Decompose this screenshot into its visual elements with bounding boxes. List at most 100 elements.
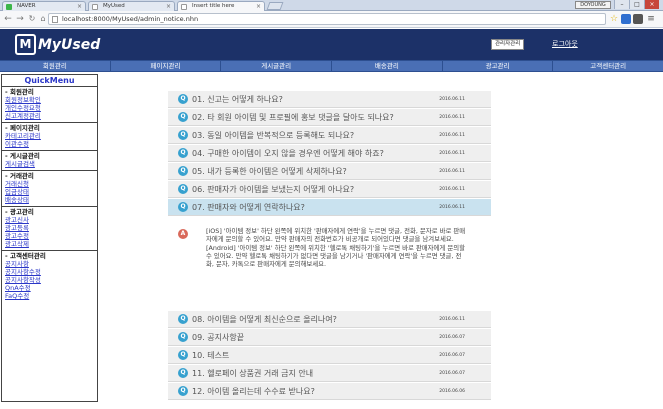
nav-item-delivery[interactable]: 배송관리 bbox=[332, 61, 443, 71]
new-tab-button[interactable] bbox=[266, 2, 284, 10]
faq-date: 2016.06.07 bbox=[439, 335, 465, 340]
sidebar-link[interactable]: 개인수정요청 bbox=[5, 104, 94, 112]
minimize-icon[interactable]: – bbox=[614, 0, 629, 9]
sidebar-link[interactable]: 거래신청 bbox=[5, 180, 94, 188]
close-icon[interactable]: × bbox=[256, 2, 261, 11]
faq-item[interactable]: Q 05. 내가 등록한 아이템은 어떻게 삭제하나요? 2016.06.11 bbox=[168, 163, 491, 180]
sidebar-link[interactable]: 광고신사 bbox=[5, 216, 94, 224]
question-icon: Q bbox=[178, 94, 188, 104]
back-arrow-icon[interactable]: ← bbox=[3, 14, 13, 24]
question-icon: Q bbox=[178, 202, 188, 212]
sidebar-section-ads: - 광고관리 광고신사 광고등록 광고수정 광고삭제 bbox=[2, 207, 97, 251]
faq-date: 2016.06.07 bbox=[439, 371, 465, 376]
answer-icon: A bbox=[178, 229, 188, 239]
browser-tab-label: Insert title here bbox=[192, 3, 235, 9]
sidebar-link[interactable]: 공지사항수정 bbox=[5, 268, 94, 276]
close-icon[interactable]: × bbox=[77, 2, 82, 11]
nav-item-support[interactable]: 고객센터관리 bbox=[553, 61, 663, 71]
faq-item[interactable]: Q 01. 신고는 어떻게 하나요? 2016.06.11 bbox=[168, 91, 491, 108]
browser-tab-insert-title[interactable]: Insert title here × bbox=[177, 1, 265, 11]
page-icon bbox=[52, 16, 58, 23]
faq-item[interactable]: Q 08. 아이템을 어떻게 최신순으로 올리나여? 2016.06.11 bbox=[168, 311, 491, 328]
sidebar-section-trades: - 거래관리 거래신청 입금상태 배송상태 bbox=[2, 171, 97, 207]
faq-question: 12. 아이템 올리는데 수수료 받나요? bbox=[192, 387, 315, 396]
forward-arrow-icon[interactable]: → bbox=[15, 14, 25, 24]
faq-date: 2016.06.11 bbox=[439, 169, 465, 174]
menu-icon[interactable]: ≡ bbox=[646, 14, 656, 24]
admin-manage-button[interactable]: 관리자관리 bbox=[491, 39, 525, 50]
sidebar-section-title: - 거래관리 bbox=[5, 172, 34, 180]
faq-question: 09. 공지사항끝 bbox=[192, 333, 245, 342]
nav-item-ads[interactable]: 광고관리 bbox=[443, 61, 554, 71]
sidebar-section-pages: - 페이지관리 카테고리관리 이관수정 bbox=[2, 123, 97, 151]
browser-tab-naver[interactable]: NAVER × bbox=[2, 1, 86, 11]
logout-link[interactable]: 로그아웃 bbox=[552, 39, 578, 49]
maximize-icon[interactable]: □ bbox=[629, 0, 644, 9]
browser-user-chip[interactable]: DOYOUNG bbox=[575, 1, 611, 9]
download-icon[interactable] bbox=[621, 14, 631, 24]
sidebar-section-title: - 게시글관리 bbox=[5, 152, 40, 160]
close-icon[interactable]: × bbox=[166, 2, 171, 11]
faq-date: 2016.06.11 bbox=[439, 97, 465, 102]
faq-date: 2016.06.11 bbox=[439, 205, 465, 210]
faq-date: 2016.06.06 bbox=[439, 389, 465, 394]
sidebar-link[interactable]: 공지사항작성 bbox=[5, 276, 94, 284]
sidebar-link[interactable]: 배송상태 bbox=[5, 196, 94, 204]
faq-item[interactable]: Q 10. 테스트 2016.06.07 bbox=[168, 347, 491, 364]
star-icon[interactable]: ☆ bbox=[609, 14, 619, 24]
question-icon: Q bbox=[178, 314, 188, 324]
question-icon: Q bbox=[178, 332, 188, 342]
main-nav: 회원관리 페이지관리 게시글관리 배송관리 광고관리 고객센터관리 bbox=[0, 60, 663, 72]
sidebar-link[interactable]: 광고수정 bbox=[5, 232, 94, 240]
browser-tab-bar: NAVER × MyUsed × Insert title here × DOY… bbox=[0, 0, 663, 11]
faq-question: 08. 아이템을 어떻게 최신순으로 올리나여? bbox=[192, 315, 337, 324]
sidebar-link[interactable]: QnA수정 bbox=[5, 284, 94, 292]
browser-toolbar: ← → ↻ ⌂ localhost:8000/MyUsed/admin_noti… bbox=[0, 11, 663, 28]
faq-item[interactable]: Q 06. 판매자가 아이템을 보냈는지 어떻게 아나요? 2016.06.11 bbox=[168, 181, 491, 198]
question-icon: Q bbox=[178, 368, 188, 378]
faq-date: 2016.06.11 bbox=[439, 151, 465, 156]
nav-item-pages[interactable]: 페이지관리 bbox=[111, 61, 222, 71]
sidebar-link[interactable]: 공지사항 bbox=[5, 260, 94, 268]
sidebar-link[interactable]: 회원정보확인 bbox=[5, 96, 94, 104]
sidebar-link[interactable]: 신고계정관리 bbox=[5, 112, 94, 120]
sidebar-section-posts: - 게시글관리 게시글검색 bbox=[2, 151, 97, 171]
nav-item-posts[interactable]: 게시글관리 bbox=[221, 61, 333, 71]
sidebar-link[interactable]: FaQ수정 bbox=[5, 292, 94, 300]
faq-list: Q 01. 신고는 어떻게 하나요? 2016.06.11 Q 02. 타 회원… bbox=[168, 91, 491, 401]
window-close-icon[interactable]: × bbox=[644, 0, 659, 9]
faq-item[interactable]: Q 02. 타 회원 아이템 및 프로필에 홍보 댓글을 달아도 되나요? 20… bbox=[168, 109, 491, 126]
sidebar-link[interactable]: 게시글검색 bbox=[5, 160, 94, 168]
sidebar-link[interactable]: 입금상태 bbox=[5, 188, 94, 196]
nav-item-members[interactable]: 회원관리 bbox=[0, 61, 111, 71]
faq-item[interactable]: Q 04. 구매한 아이템이 오지 않을 경우엔 어떻게 해야 하죠? 2016… bbox=[168, 145, 491, 162]
faq-item[interactable]: Q 11. 헬로페이 상품권 거래 금지 안내 2016.06.07 bbox=[168, 365, 491, 382]
faq-item[interactable]: Q 03. 동일 아이템을 반복적으로 등록해도 되나요? 2016.06.11 bbox=[168, 127, 491, 144]
question-icon: Q bbox=[178, 166, 188, 176]
sidebar-link[interactable]: 광고삭제 bbox=[5, 240, 94, 248]
sidebar-link[interactable]: 카테고리관리 bbox=[5, 132, 94, 140]
camera-icon[interactable] bbox=[633, 14, 643, 24]
faq-item-active[interactable]: Q 07. 판매자와 어떻게 연락하나요? 2016.06.11 bbox=[168, 199, 491, 216]
faq-date: 2016.06.11 bbox=[439, 115, 465, 120]
site-logo[interactable]: M MyUsed bbox=[15, 33, 100, 56]
question-icon: Q bbox=[178, 148, 188, 158]
home-icon[interactable]: ⌂ bbox=[38, 14, 48, 24]
faq-item[interactable]: Q 12. 아이템 올리는데 수수료 받나요? 2016.06.06 bbox=[168, 383, 491, 400]
faq-date: 2016.06.07 bbox=[439, 353, 465, 358]
faq-question: 04. 구매한 아이템이 오지 않을 경우엔 어떻게 해야 하죠? bbox=[192, 149, 384, 158]
question-icon: Q bbox=[178, 130, 188, 140]
sidebar-section-title: - 광고관리 bbox=[5, 208, 34, 216]
faq-question: 11. 헬로페이 상품권 거래 금지 안내 bbox=[192, 369, 314, 378]
faq-answer-panel: A [iOS] '아이템 정보' 하단 왼쪽에 위치한 '판매자에게 연락'을 … bbox=[168, 217, 491, 307]
quick-menu-title: QuickMenu bbox=[2, 75, 97, 87]
faq-item[interactable]: Q 09. 공지사항끝 2016.06.07 bbox=[168, 329, 491, 346]
page-favicon-icon bbox=[181, 4, 187, 10]
reload-icon[interactable]: ↻ bbox=[27, 14, 37, 24]
address-bar[interactable]: localhost:8000/MyUsed/admin_notice.nhn bbox=[48, 13, 606, 25]
sidebar-link[interactable]: 광고등록 bbox=[5, 224, 94, 232]
browser-tab-myused[interactable]: MyUsed × bbox=[88, 1, 175, 11]
page-favicon-icon bbox=[92, 4, 98, 10]
logo-mark: M bbox=[15, 34, 36, 55]
sidebar-link[interactable]: 이관수정 bbox=[5, 140, 94, 148]
